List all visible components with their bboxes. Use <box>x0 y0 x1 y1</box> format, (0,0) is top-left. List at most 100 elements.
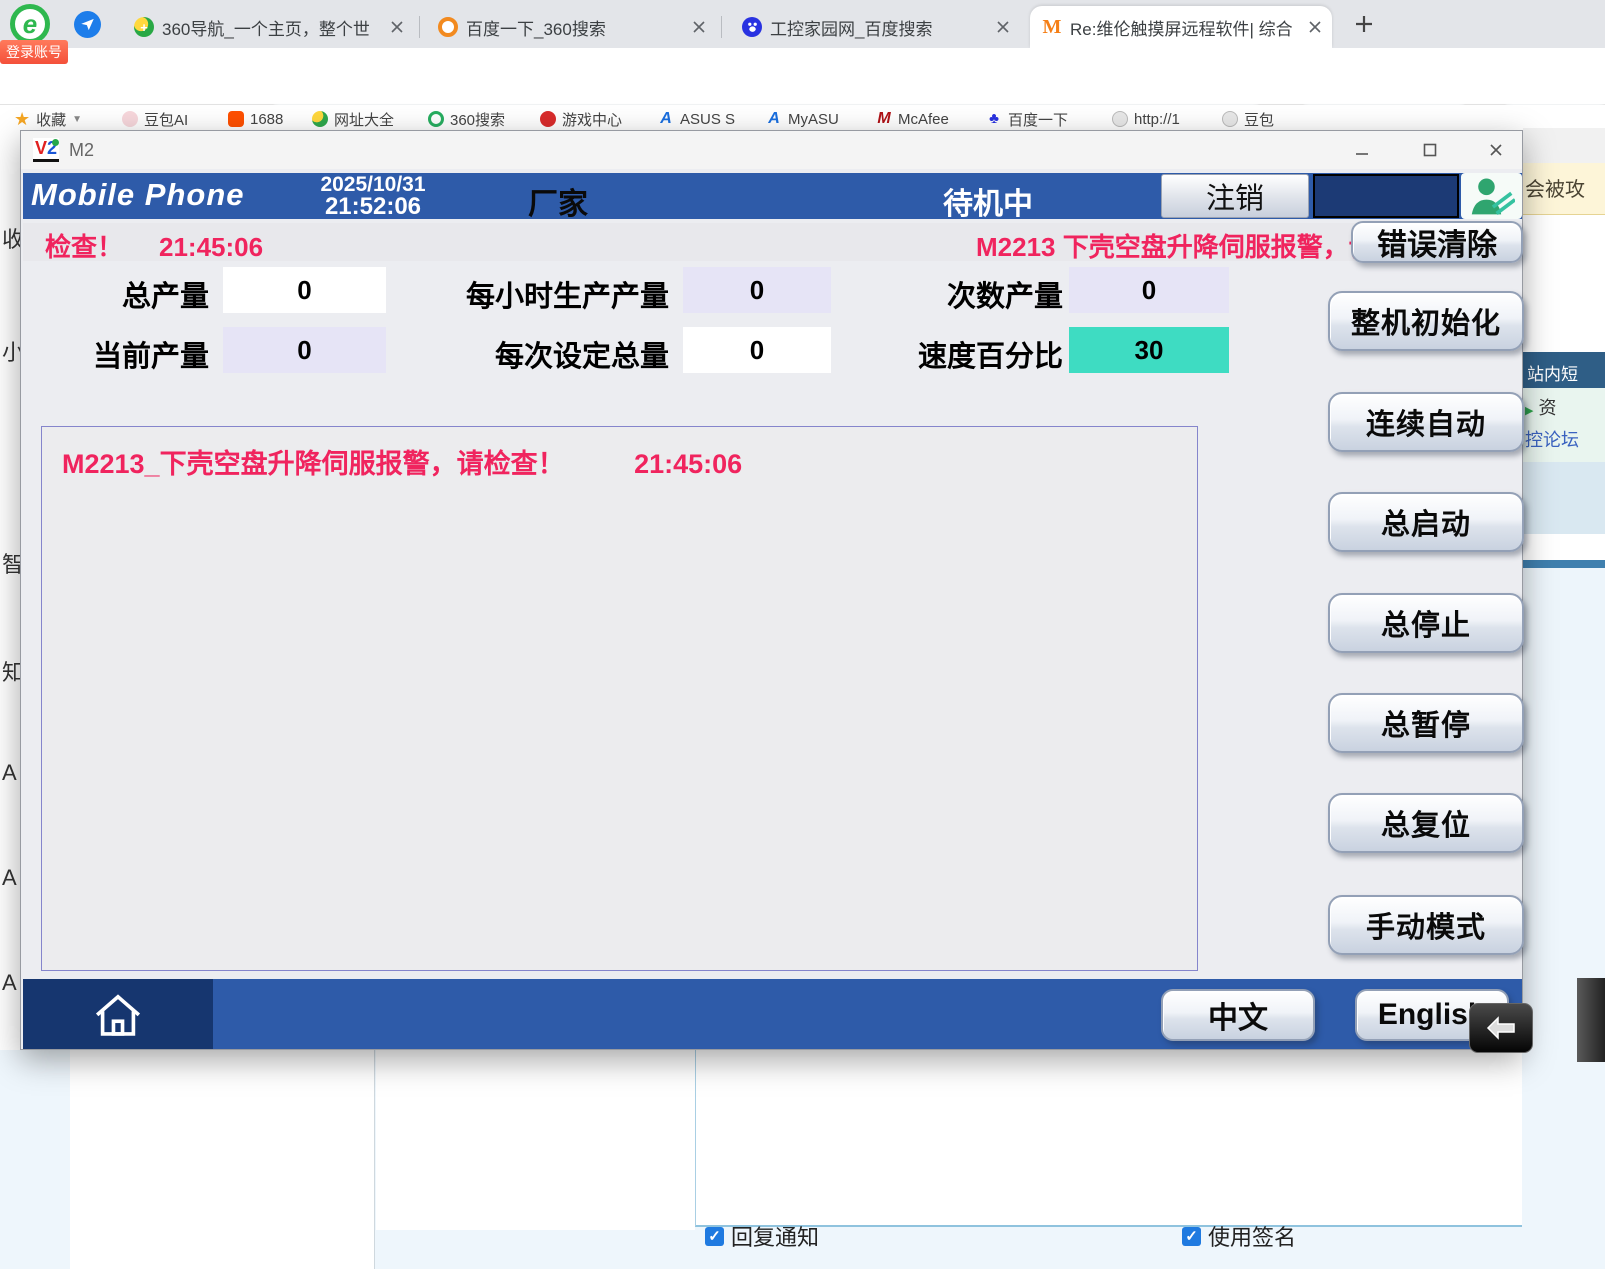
user-field-box[interactable] <box>1313 174 1459 218</box>
bg-link-forum[interactable]: 控论坛 <box>1525 426 1605 452</box>
login-account-badge[interactable]: 登录账号 <box>0 40 68 64</box>
new-tab-button[interactable] <box>1352 12 1376 36</box>
tab-gongkong[interactable]: 工控家园网_百度搜索 <box>730 6 1020 48</box>
browser-logo-icon[interactable]: e <box>10 4 50 44</box>
bookmark-game-center[interactable]: 游戏中心 <box>540 105 622 133</box>
bg-band <box>1523 534 1605 560</box>
messenger-icon[interactable] <box>74 11 101 38</box>
close-icon <box>1488 142 1504 158</box>
scrollbar-thumb[interactable] <box>1577 978 1605 1062</box>
stat-value-total-output[interactable]: 0 <box>223 267 386 313</box>
bg-divider <box>1523 560 1605 568</box>
window-title-bar[interactable]: V2 M2 <box>21 131 1522 169</box>
window-maximize-button[interactable] <box>1417 139 1443 161</box>
stat-label: 速度百分比 <box>891 333 1063 375</box>
bg-links: ▶ 资 控论坛 <box>1523 388 1605 462</box>
hmi-time: 21:52:06 <box>273 196 473 218</box>
bookmark-doubao-ai[interactable]: 豆包AI <box>122 105 188 133</box>
continuous-auto-button[interactable]: 连续自动 <box>1328 392 1524 452</box>
language-chinese-button[interactable]: 中文 <box>1161 989 1315 1041</box>
bg-link-res[interactable]: ▶ 资 <box>1525 394 1605 420</box>
home-icon <box>89 985 147 1043</box>
stat-value-hourly-output[interactable]: 0 <box>683 267 831 313</box>
machine-status: 待机中 <box>943 179 1033 223</box>
bg-bottom-card-mid <box>376 1050 695 1230</box>
tab-close-icon[interactable] <box>692 20 706 34</box>
globe-icon <box>1112 111 1128 127</box>
bookmark-baidu[interactable]: ♣百度一下 <box>986 105 1068 133</box>
bg-left-text: 小 <box>2 335 22 367</box>
360nav-icon: + <box>134 17 154 37</box>
hmi-datetime: 2025/10/31 21:52:06 <box>273 174 473 218</box>
minimize-icon <box>1354 142 1370 158</box>
v2-app-icon: V2 <box>33 138 59 162</box>
stat-label: 总产量 <box>41 273 209 315</box>
stat-value-speed-percent[interactable]: 30 <box>1069 327 1229 373</box>
window-minimize-button[interactable] <box>1349 139 1375 161</box>
bookmark-360search[interactable]: 360搜索 <box>428 105 505 133</box>
bookmark-favorites[interactable]: ★收藏▼ <box>14 105 82 133</box>
logout-button[interactable]: 注销 <box>1161 174 1309 218</box>
tab-close-icon[interactable] <box>390 20 404 34</box>
bg-panel-title: 站内短 <box>1523 352 1605 388</box>
tab-close-icon[interactable] <box>1308 20 1322 34</box>
tab-360nav[interactable]: + 360导航_一个主页，整个世 <box>122 6 414 48</box>
stat-label: 当前产量 <box>41 333 209 375</box>
baidu-paw-icon <box>742 17 762 37</box>
bookmark-doubao2[interactable]: 豆包 <box>1222 105 1274 133</box>
tab-ymmfa-active[interactable]: M Re:维伦触摸屏远程软件| 综合 <box>1030 6 1332 48</box>
plus-icon <box>1352 12 1376 36</box>
bg-bottom-card-left <box>70 1050 375 1269</box>
alarm-list-panel[interactable]: M2213_下壳空盘升降伺服报警，请检查！ 21:45:06 <box>41 426 1198 971</box>
tab-baidu-search[interactable]: 百度一下_360搜索 <box>426 6 716 48</box>
bg-left-text: A <box>2 865 22 891</box>
bg-reply-textarea[interactable] <box>695 1050 1522 1227</box>
machine-init-button[interactable]: 整机初始化 <box>1328 291 1524 351</box>
checkbox-checked-icon[interactable]: ✓ <box>1182 1227 1201 1246</box>
bg-left-text: A <box>2 760 22 786</box>
hmi-vendor-label: 厂家 <box>528 179 588 223</box>
bg-left-text: 智 <box>2 547 22 579</box>
bookmark-asus[interactable]: AASUS S <box>658 105 735 133</box>
master-stop-button[interactable]: 总停止 <box>1328 593 1524 653</box>
360search-icon <box>428 111 444 127</box>
master-reset-button[interactable]: 总复位 <box>1328 793 1524 853</box>
error-clear-button[interactable]: 错误清除 <box>1351 221 1523 263</box>
stat-value-cycle-output[interactable]: 0 <box>1069 267 1229 313</box>
screen: e + 360导航_一个主页，整个世 百度一下_360搜索 工控家园网_百度搜索… <box>0 0 1605 1269</box>
alarm-entry-time: 21:45:06 <box>634 449 742 479</box>
back-arrow-icon <box>1484 1015 1518 1041</box>
tab-label: Re:维伦触摸屏远程软件| 综合 <box>1070 15 1300 40</box>
globe-icon <box>1222 111 1238 127</box>
tab-close-icon[interactable] <box>996 20 1010 34</box>
bg-warning-bar: 会被攻 <box>1523 163 1605 215</box>
window-close-button[interactable] <box>1483 139 1509 161</box>
bookmark-1688[interactable]: 1688 <box>228 105 283 133</box>
stat-value-set-total[interactable]: 0 <box>683 327 831 373</box>
master-start-button[interactable]: 总启动 <box>1328 492 1524 552</box>
reply-notify-checkbox-row: ✓ 回复通知 <box>705 1220 819 1252</box>
game-center-icon <box>540 111 556 127</box>
manual-mode-button[interactable]: 手动模式 <box>1328 895 1524 955</box>
bookmark-wangzhi[interactable]: 网址大全 <box>312 105 394 133</box>
hmi-brand: Mobile Phone <box>31 177 245 213</box>
checkbox-checked-icon[interactable]: ✓ <box>705 1227 724 1246</box>
bookmark-myasus[interactable]: AMyASU <box>766 105 839 133</box>
bookmark-http[interactable]: http://1 <box>1112 105 1180 133</box>
bg-left-text: 知 <box>2 655 22 687</box>
bg-left-text: 收 <box>2 222 22 254</box>
mcafee-icon: M <box>876 111 892 127</box>
stat-label: 每次设定总量 <box>421 333 669 375</box>
alarm-marquee-right: M2213 下壳空盘升降伺服报警，请 <box>976 227 1375 264</box>
stat-value-current-output[interactable]: 0 <box>223 327 386 373</box>
remote-back-button[interactable] <box>1469 1003 1533 1053</box>
tab-label: 百度一下_360搜索 <box>466 15 684 40</box>
alarm-entry: M2213_下壳空盘升降伺服报警，请检查！ 21:45:06 <box>62 442 742 481</box>
nav-home-tab[interactable] <box>23 979 213 1049</box>
connection-avatar-box[interactable] <box>1461 173 1522 219</box>
use-signature-checkbox-row: ✓ 使用签名 <box>1182 1220 1296 1252</box>
bg-panel-title-text: 站内短 <box>1527 365 1578 384</box>
master-pause-button[interactable]: 总暂停 <box>1328 693 1524 753</box>
bookmark-mcafee[interactable]: MMcAfee <box>876 105 949 133</box>
connected-user-icon <box>1469 175 1515 217</box>
